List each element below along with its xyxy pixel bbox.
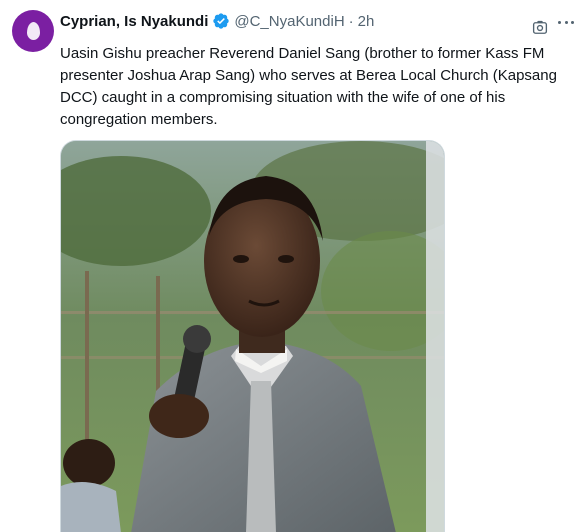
verified-badge-icon[interactable]	[212, 12, 230, 30]
photo-image	[61, 141, 444, 532]
tweet-header: Cyprian, Is Nyakundi @C_NyaKundiH · 2h	[60, 11, 374, 31]
tweet-photo[interactable]	[60, 140, 445, 532]
separator-dot: ·	[348, 12, 354, 30]
default-avatar-icon	[26, 22, 40, 40]
tweet-text: Uasin Gishu preacher Reverend Daniel San…	[60, 45, 557, 128]
timestamp[interactable]: 2h	[358, 13, 375, 30]
more-options-icon[interactable]	[558, 14, 574, 30]
grok-icon[interactable]	[531, 19, 549, 37]
avatar[interactable]	[12, 10, 54, 52]
tweet-card[interactable]: Cyprian, Is Nyakundi @C_NyaKundiH · 2h U…	[0, 0, 574, 532]
display-name[interactable]: Cyprian, Is Nyakundi	[60, 13, 208, 30]
author-handle[interactable]: @C_NyaKundiH	[234, 13, 344, 30]
